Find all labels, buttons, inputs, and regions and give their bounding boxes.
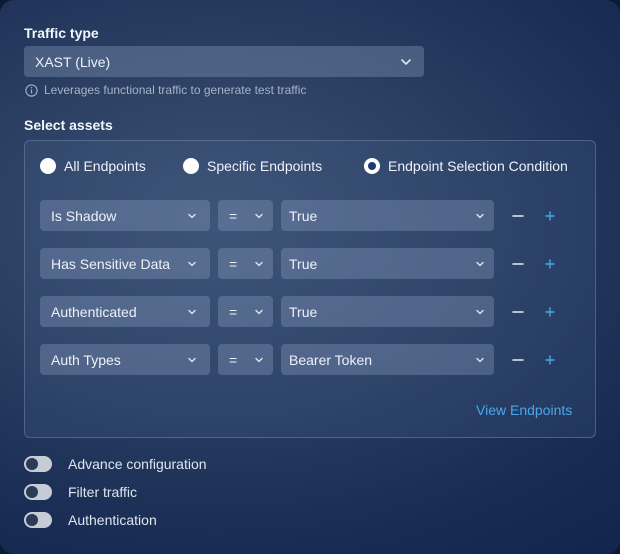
condition-field-select[interactable]: Auth Types [40,344,210,375]
radio-specific-endpoints[interactable]: Specific Endpoints [183,158,322,174]
condition-value: True [289,207,318,224]
toggle-label: Authentication [68,512,157,528]
chevron-down-icon [255,261,263,266]
toggle-row-filter-traffic: Filter traffic [24,484,137,500]
condition-value-select[interactable]: True [281,248,494,279]
condition-operator-select[interactable]: = [218,248,273,279]
info-icon [25,83,38,97]
condition-field-select[interactable]: Authenticated [40,296,210,327]
chevron-down-icon [476,261,484,266]
chevron-down-icon [188,213,196,218]
select-assets-label: Select assets [24,117,113,133]
condition-operator-value: = [229,255,238,272]
traffic-type-value: XAST (Live) [35,53,111,70]
condition-operator-select[interactable]: = [218,344,273,375]
condition-value-select[interactable]: Bearer Token [281,344,494,375]
radio-circle [40,158,56,174]
chevron-down-icon [255,213,263,218]
condition-field-select[interactable]: Is Shadow [40,200,210,231]
remove-condition-icon[interactable] [511,305,525,319]
advance-configuration-toggle[interactable] [24,456,52,472]
filter-traffic-toggle[interactable] [24,484,52,500]
toggle-label: Filter traffic [68,484,137,500]
authentication-toggle[interactable] [24,512,52,528]
add-condition-icon[interactable] [543,209,557,223]
chevron-down-icon [255,357,263,362]
condition-field-value: Authenticated [51,303,137,320]
chevron-down-icon [476,309,484,314]
condition-value: Bearer Token [289,351,373,368]
chevron-down-icon [401,58,411,65]
chevron-down-icon [188,261,196,266]
remove-condition-icon[interactable] [511,209,525,223]
remove-condition-icon[interactable] [511,353,525,367]
radio-endpoint-selection-condition[interactable]: Endpoint Selection Condition [364,158,568,174]
chevron-down-icon [188,309,196,314]
condition-operator-value: = [229,351,238,368]
traffic-type-select[interactable]: XAST (Live) [24,46,424,77]
remove-condition-icon[interactable] [511,257,525,271]
condition-field-value: Auth Types [51,351,121,368]
traffic-settings-panel: Traffic type XAST (Live) Leverages funct… [0,0,620,554]
condition-operator-select[interactable]: = [218,296,273,327]
add-condition-icon[interactable] [543,305,557,319]
condition-operator-select[interactable]: = [218,200,273,231]
assets-box [24,140,596,438]
add-condition-icon[interactable] [543,257,557,271]
toggle-row-advance-configuration: Advance configuration [24,456,207,472]
condition-value: True [289,303,318,320]
radio-label: Specific Endpoints [207,158,323,174]
chevron-down-icon [476,213,484,218]
add-condition-icon[interactable] [543,353,557,367]
condition-field-select[interactable]: Has Sensitive Data [40,248,210,279]
condition-field-value: Has Sensitive Data [51,255,171,272]
radio-circle [183,158,199,174]
chevron-down-icon [476,357,484,362]
toggle-row-authentication: Authentication [24,512,157,528]
traffic-type-hint: Leverages functional traffic to generate… [25,83,306,97]
condition-value-select[interactable]: True [281,296,494,327]
condition-operator-value: = [229,303,238,320]
chevron-down-icon [255,309,263,314]
chevron-down-icon [188,357,196,362]
radio-all-endpoints[interactable]: All Endpoints [40,158,146,174]
toggle-label: Advance configuration [68,456,207,472]
radio-label: All Endpoints [64,158,146,174]
hint-text: Leverages functional traffic to generate… [44,83,307,97]
condition-operator-value: = [229,207,238,224]
condition-value: True [289,255,318,272]
condition-value-select[interactable]: True [281,200,494,231]
condition-field-value: Is Shadow [51,207,117,224]
view-endpoints-link[interactable]: View Endpoints [476,402,572,418]
radio-circle-selected [364,158,380,174]
radio-label: Endpoint Selection Condition [388,158,568,174]
traffic-type-label: Traffic type [24,25,99,41]
